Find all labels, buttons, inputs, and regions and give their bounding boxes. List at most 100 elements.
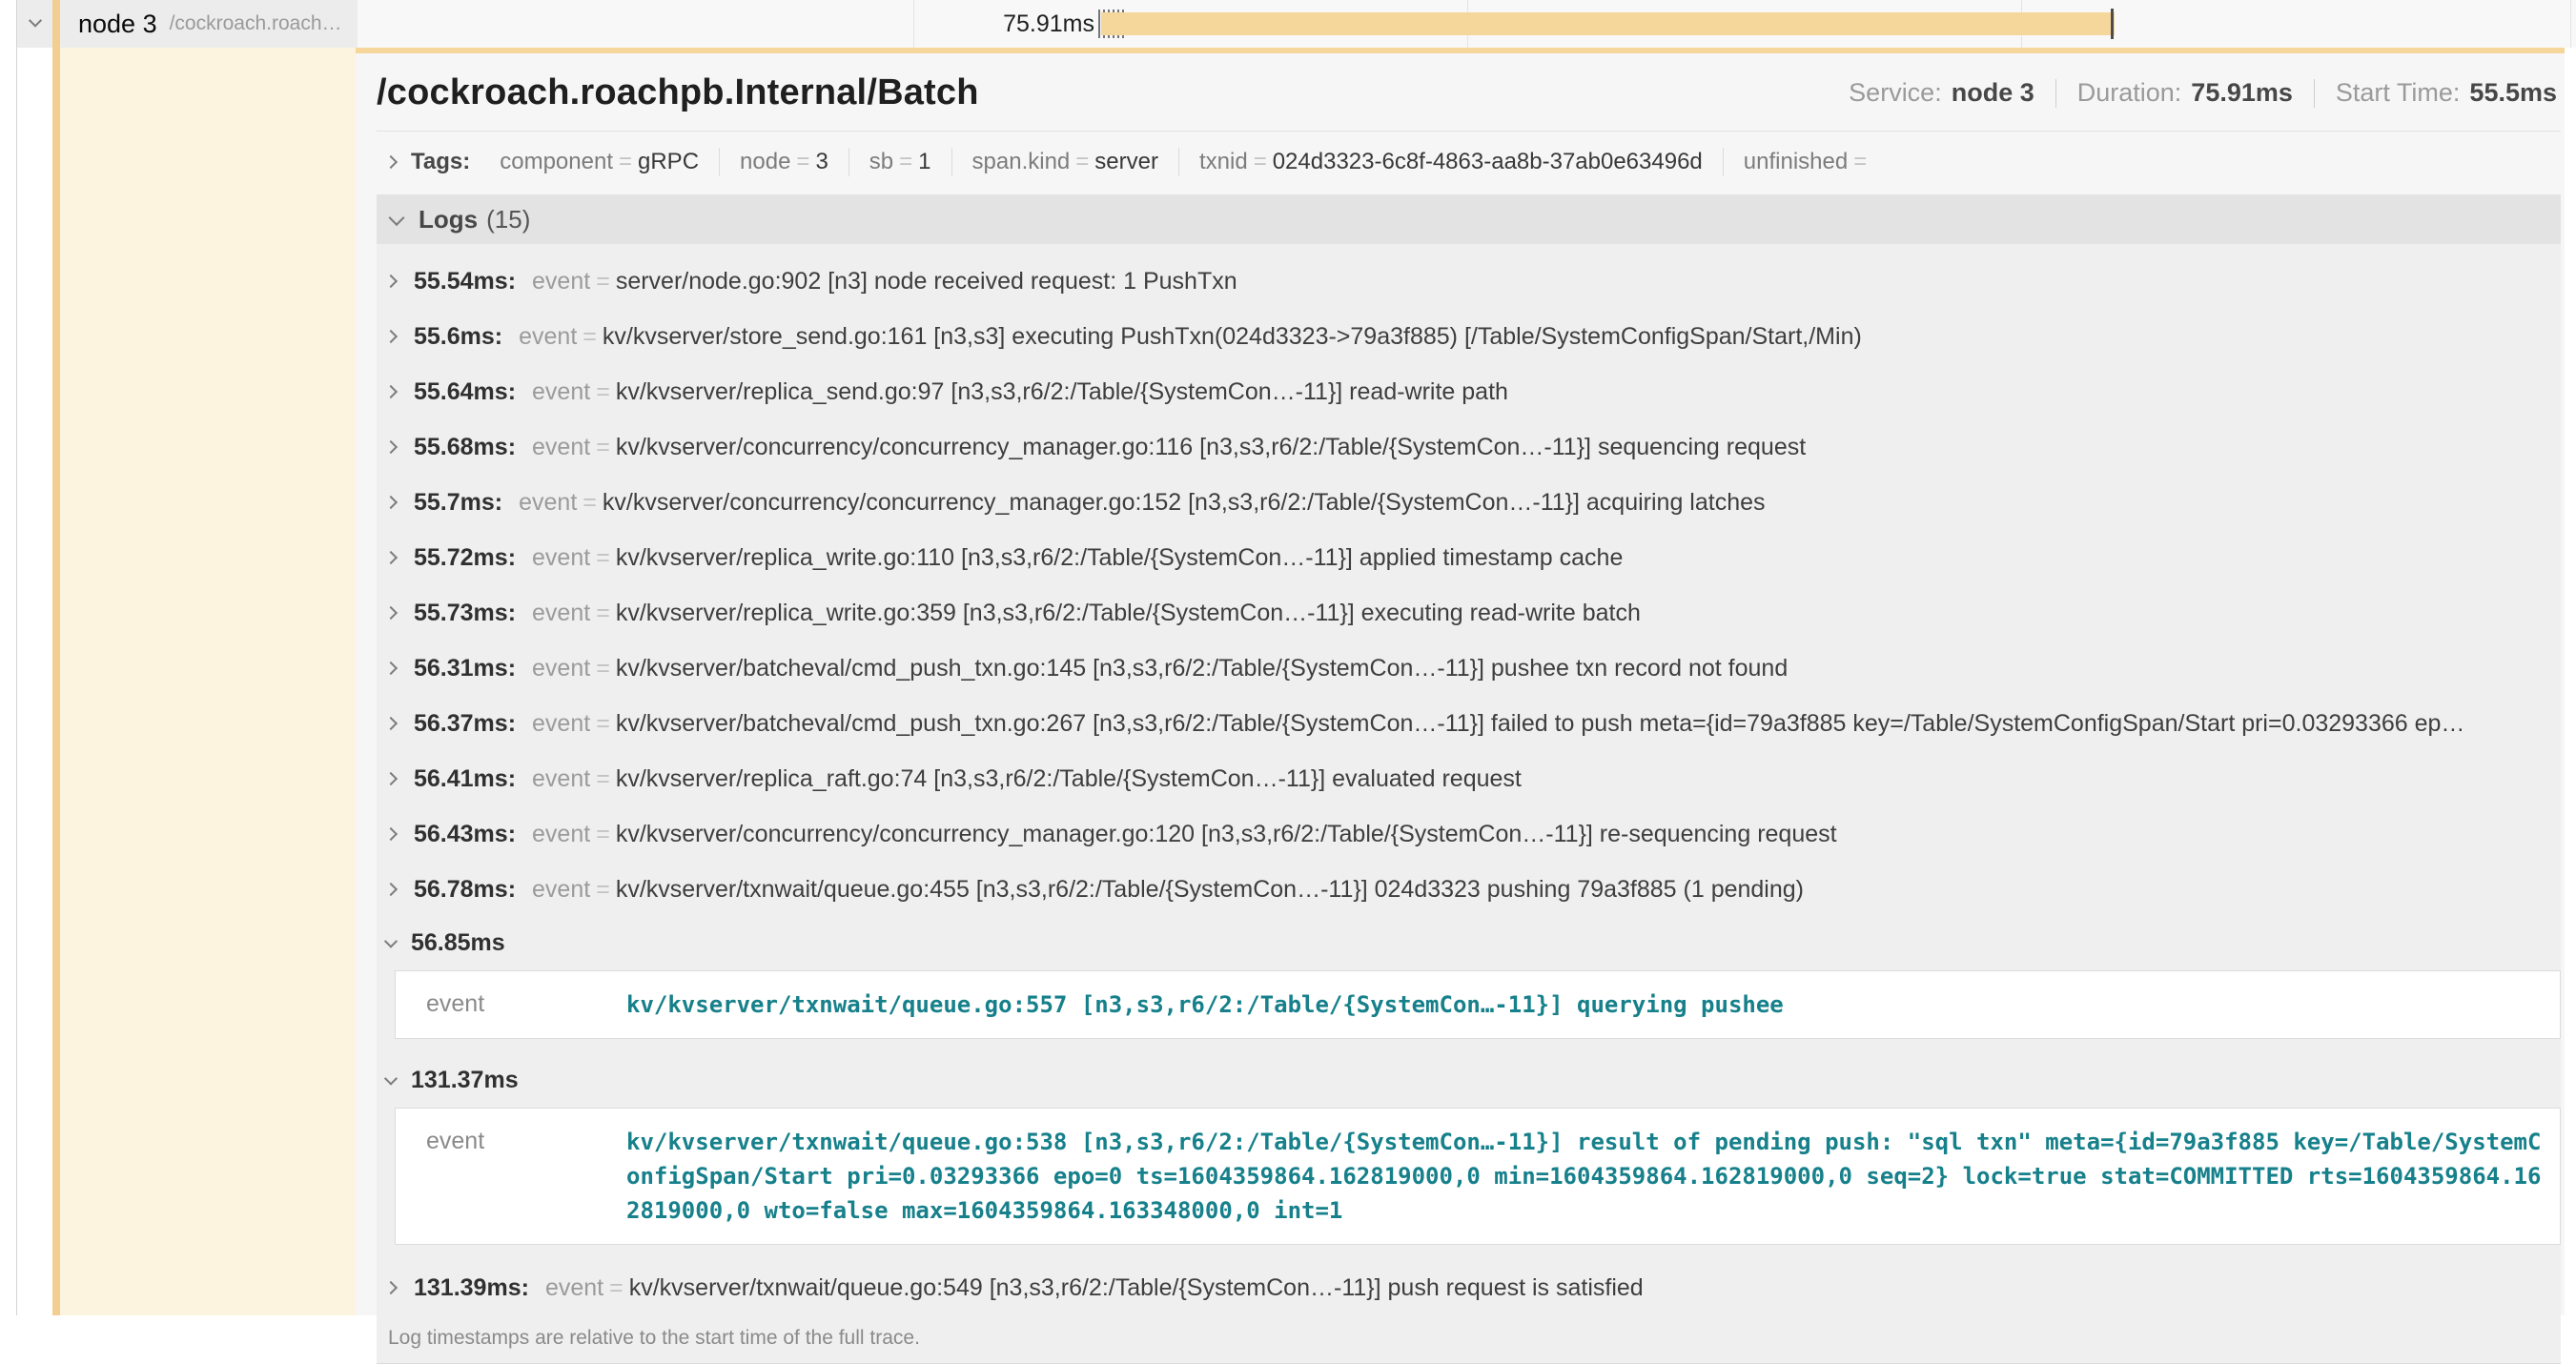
log-field-value: kv/kvserver/batcheval/cmd_push_txn.go:26… (616, 710, 2465, 738)
log-entry[interactable]: 55.7ms: event = kv/kvserver/concurrency/… (377, 475, 2561, 530)
expand-log-chevron-icon[interactable] (384, 717, 398, 730)
timeline-ruler: 75.91ms (358, 0, 2576, 48)
log-field-value: kv/kvserver/txnwait/queue.go:455 [n3,s3,… (616, 876, 1804, 904)
equals-sign: = (583, 323, 597, 351)
tags-label: Tags: (411, 149, 470, 175)
span-detail-panel: /cockroach.roachpb.Internal/Batch Servic… (356, 48, 2565, 1315)
log-field-value: kv/kvserver/txnwait/queue.go:557 [n3,s3,… (626, 987, 2545, 1022)
expand-log-chevron-icon[interactable] (384, 606, 398, 620)
tag-item: sb=1 (848, 148, 951, 176)
collapse-span-chevron-icon[interactable] (29, 14, 42, 28)
log-timestamp: 55.73ms: (414, 600, 516, 627)
log-field-key: event (411, 987, 626, 1022)
log-field-value: kv/kvserver/replica_raft.go:74 [n3,s3,r6… (616, 765, 1522, 793)
tag-item: txnid=024d3323-6c8f-4863-aa8b-37ab0e6349… (1178, 148, 1723, 176)
expand-log-chevron-icon[interactable] (384, 385, 398, 398)
log-field-value: kv/kvserver/batcheval/cmd_push_txn.go:14… (616, 655, 1788, 682)
log-entry[interactable]: 55.6ms: event = kv/kvserver/store_send.g… (377, 309, 2561, 364)
logs-body: 55.54ms: event = server/node.go:902 [n3]… (377, 244, 2561, 1315)
log-field-key: event (532, 600, 590, 627)
log-field-key: event (532, 268, 590, 295)
log-field-value: kv/kvserver/replica_write.go:359 [n3,s3,… (616, 600, 1641, 627)
log-field-key: event (411, 1125, 626, 1228)
log-timestamp: 56.78ms: (414, 876, 516, 904)
span-detail-header: /cockroach.roachpb.Internal/Batch Servic… (377, 53, 2561, 132)
equals-sign: = (596, 655, 610, 682)
span-duration-bar[interactable] (1101, 12, 2115, 35)
logs-header[interactable]: Logs (15) (377, 194, 2561, 244)
log-entry[interactable]: 55.64ms: event = kv/kvserver/replica_sen… (377, 364, 2561, 419)
expand-log-chevron-icon[interactable] (384, 827, 398, 841)
expand-log-chevron-icon[interactable] (384, 496, 398, 509)
tag-item: unfinished= (1723, 148, 1892, 176)
span-name-cell[interactable]: node 3 /cockroach.roach… (17, 0, 358, 48)
log-field-value: kv/kvserver/replica_write.go:110 [n3,s3,… (616, 544, 1624, 572)
expand-log-chevron-icon[interactable] (384, 772, 398, 785)
log-entry-expanded-header[interactable]: 56.85ms (377, 917, 2561, 968)
log-field-key: event (532, 544, 590, 572)
collapse-logs-chevron-icon[interactable] (389, 210, 405, 226)
logs-title: Logs (419, 205, 478, 234)
log-timestamp: 56.85ms (411, 929, 505, 957)
logs-section: Logs (15) 55.54ms: event = server/node.g… (377, 194, 2561, 1364)
log-timestamp: 55.54ms: (414, 268, 516, 295)
log-entry-expanded-header[interactable]: 131.37ms (377, 1054, 2561, 1106)
log-field-value: kv/kvserver/txnwait/queue.go:549 [n3,s3,… (629, 1274, 1644, 1302)
log-marker-tick (1098, 10, 1100, 38)
log-field-value: kv/kvserver/store_send.go:161 [n3,s3] ex… (603, 323, 1862, 351)
duration-value: 75.91ms (2191, 78, 2293, 108)
log-entry[interactable]: 56.43ms: event = kv/kvserver/concurrency… (377, 806, 2561, 862)
logs-count: (15) (486, 205, 530, 234)
log-entry[interactable]: 56.78ms: event = kv/kvserver/txnwait/que… (377, 862, 2561, 917)
log-entry[interactable]: 55.54ms: event = server/node.go:902 [n3]… (377, 254, 2561, 309)
log-field-key: event (532, 378, 590, 406)
log-field-key: event (519, 489, 577, 517)
log-entry[interactable]: 55.73ms: event = kv/kvserver/replica_wri… (377, 585, 2561, 641)
log-timestamp: 56.37ms: (414, 710, 516, 738)
equals-sign: = (596, 765, 610, 793)
logs-footer-note: Log timestamps are relative to the start… (377, 1315, 2561, 1363)
expand-log-chevron-icon[interactable] (384, 275, 398, 288)
expand-log-chevron-icon[interactable] (384, 662, 398, 675)
expand-log-chevron-icon[interactable] (384, 551, 398, 564)
equals-sign: = (609, 1274, 624, 1302)
expand-log-chevron-icon[interactable] (384, 440, 398, 454)
span-title: /cockroach.roachpb.Internal/Batch (377, 72, 979, 113)
log-entry[interactable]: 56.41ms: event = kv/kvserver/replica_raf… (377, 751, 2561, 806)
log-entry[interactable]: 55.72ms: event = kv/kvserver/replica_wri… (377, 530, 2561, 585)
tags-row[interactable]: Tags: component=gRPCnode=3sb=1span.kind=… (377, 132, 2561, 194)
log-field-key: event (532, 655, 590, 682)
log-field-key: event (532, 434, 590, 461)
tag-item: component=gRPC (480, 148, 719, 176)
log-entry[interactable]: 131.39ms: event = kv/kvserver/txnwait/qu… (377, 1260, 2561, 1315)
log-field-key: event (545, 1274, 603, 1302)
collapse-log-chevron-icon[interactable] (384, 1072, 398, 1086)
expand-log-chevron-icon[interactable] (384, 1281, 398, 1294)
log-field-key: event (532, 876, 590, 904)
equals-sign: = (596, 268, 610, 295)
log-field-key: event (532, 710, 590, 738)
log-field-value: kv/kvserver/replica_send.go:97 [n3,s3,r6… (616, 378, 1508, 406)
log-field-key: event (532, 821, 590, 848)
equals-sign: = (596, 378, 610, 406)
expanded-row-highlight (60, 48, 356, 1315)
log-field-key: event (519, 323, 577, 351)
span-timeline-row: node 3 /cockroach.roach… 75.91ms (0, 0, 2576, 48)
expand-log-chevron-icon[interactable] (384, 330, 398, 343)
expand-tags-chevron-icon[interactable] (384, 155, 398, 169)
expand-log-chevron-icon[interactable] (384, 883, 398, 896)
log-timestamp: 55.7ms: (414, 489, 502, 517)
equals-sign: = (596, 600, 610, 627)
log-entry[interactable]: 56.37ms: event = kv/kvserver/batcheval/c… (377, 696, 2561, 751)
log-detail-box: event kv/kvserver/txnwait/queue.go:538 [… (395, 1108, 2561, 1245)
log-field-value: kv/kvserver/concurrency/concurrency_mana… (603, 489, 1766, 517)
log-timestamp: 55.6ms: (414, 323, 502, 351)
equals-sign: = (596, 434, 610, 461)
log-timestamp: 55.68ms: (414, 434, 516, 461)
meta-separator (2055, 79, 2056, 108)
tags-list: component=gRPCnode=3sb=1span.kind=server… (480, 148, 1892, 176)
collapse-log-chevron-icon[interactable] (384, 935, 398, 948)
log-entry[interactable]: 56.31ms: event = kv/kvserver/batcheval/c… (377, 641, 2561, 696)
log-entry[interactable]: 55.68ms: event = kv/kvserver/concurrency… (377, 419, 2561, 475)
equals-sign: = (596, 876, 610, 904)
